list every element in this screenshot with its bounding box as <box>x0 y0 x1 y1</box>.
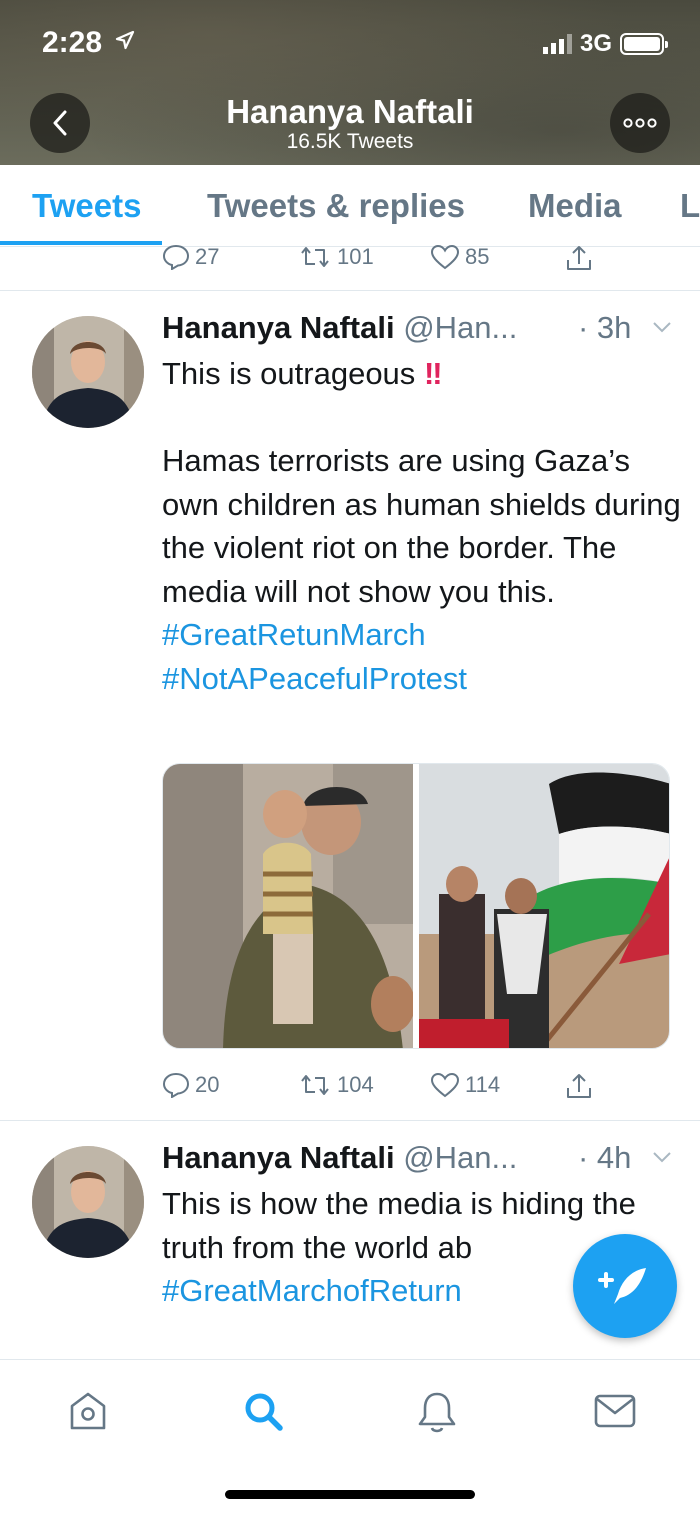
tab-tweets-and-replies[interactable]: Tweets & replies <box>207 187 465 225</box>
nav-messages[interactable] <box>593 1390 637 1435</box>
home-indicator <box>225 1490 475 1499</box>
more-options-button[interactable] <box>610 93 670 153</box>
like-button[interactable]: 114 <box>430 1072 500 1098</box>
signal-icon <box>542 34 572 54</box>
reply-icon <box>162 244 190 270</box>
like-count: 114 <box>465 1072 501 1097</box>
retweet-button[interactable]: 104 <box>298 1072 374 1098</box>
hashtag-link[interactable]: #NotAPeacefulProtest <box>162 657 682 701</box>
profile-header: 2:28 3G Hananya Naftali 16.5K Tweets <box>0 0 700 165</box>
mail-icon <box>594 1394 636 1428</box>
network-type: 3G <box>579 30 612 57</box>
tweet-menu-button[interactable] <box>652 320 672 339</box>
nav-search[interactable] <box>242 1390 286 1439</box>
tweet-author: Hananya Naftali @Han... <box>162 310 517 346</box>
tab-tweets[interactable]: Tweets <box>32 187 141 225</box>
share-icon <box>567 1074 591 1098</box>
active-tab-indicator <box>0 241 162 245</box>
tweet-body: This is outrageous !! Hamas terrorists a… <box>162 352 682 700</box>
retweet-icon <box>301 1075 329 1095</box>
tweet-timestamp: · 4h <box>578 1140 632 1175</box>
tab-likes[interactable]: L <box>680 187 700 225</box>
retweet-button[interactable]: 101 <box>298 244 374 270</box>
retweet-count: 104 <box>337 1072 374 1097</box>
search-icon <box>245 1393 283 1431</box>
tweet-count: 16.5K Tweets <box>286 130 414 153</box>
tweet-menu-button[interactable] <box>652 1150 672 1169</box>
compose-tweet-button[interactable] <box>573 1234 677 1338</box>
like-count: 85 <box>465 244 490 269</box>
like-button[interactable]: 85 <box>430 244 489 270</box>
avatar[interactable] <box>32 1146 144 1258</box>
nav-notifications[interactable] <box>416 1390 458 1439</box>
author-handle[interactable]: @Han... <box>403 1140 517 1175</box>
status-time: 2:28 <box>42 26 103 59</box>
tweet-author: Hananya Naftali @Han... <box>162 1140 517 1176</box>
share-icon <box>567 246 591 270</box>
reply-button[interactable]: 20 <box>162 1072 219 1098</box>
tweet-text: Hamas terrorists are using Gaza’s own ch… <box>162 443 681 609</box>
heart-icon <box>430 1072 460 1098</box>
heart-icon <box>430 244 460 270</box>
retweet-count: 101 <box>337 244 374 269</box>
chevron-down-icon <box>653 1152 671 1163</box>
author-name[interactable]: Hananya Naftali <box>162 1140 395 1175</box>
tab-media[interactable]: Media <box>528 187 622 225</box>
tweet-divider <box>0 290 700 291</box>
hashtag-link[interactable]: #GreatRetunMarch <box>162 613 682 657</box>
tweet-divider <box>0 1120 700 1121</box>
tweet-first-line: This is outrageous <box>162 356 416 391</box>
nav-home[interactable] <box>67 1390 109 1437</box>
double-exclamation-emoji: !! <box>423 356 443 391</box>
media-image-1[interactable] <box>163 764 413 1048</box>
retweet-icon <box>301 247 329 267</box>
tweet-media <box>162 763 670 1049</box>
avatar[interactable] <box>32 316 144 428</box>
media-image-2[interactable] <box>419 764 669 1048</box>
reply-count: 20 <box>195 1072 220 1097</box>
profile-name: Hananya Naftali <box>226 93 474 130</box>
bell-icon <box>418 1392 456 1433</box>
reply-count: 27 <box>195 244 220 269</box>
ellipsis-icon <box>623 118 657 128</box>
status-indicators: 3G <box>542 30 668 58</box>
chevron-down-icon <box>653 322 671 333</box>
author-handle[interactable]: @Han... <box>403 310 517 345</box>
tweet-timestamp: · 3h <box>578 310 632 345</box>
reply-button[interactable]: 27 <box>162 244 219 270</box>
profile-tabs: Tweets Tweets & replies Media L <box>0 165 700 247</box>
location-arrow-icon <box>115 30 135 55</box>
reply-icon <box>162 1072 190 1098</box>
home-icon <box>70 1392 106 1430</box>
share-button[interactable] <box>564 244 594 272</box>
author-name[interactable]: Hananya Naftali <box>162 310 395 345</box>
battery-icon <box>620 33 668 55</box>
share-button[interactable] <box>564 1072 594 1100</box>
compose-feather-icon <box>598 1268 646 1304</box>
